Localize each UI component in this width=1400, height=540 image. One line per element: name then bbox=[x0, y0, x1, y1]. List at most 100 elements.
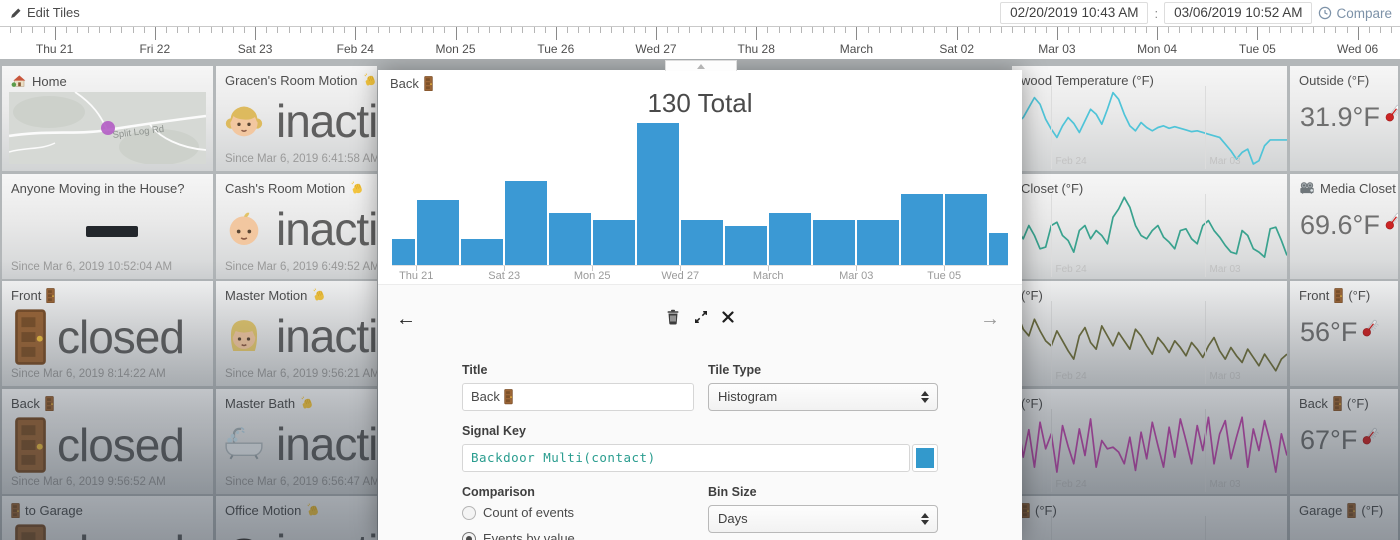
tile-closet-temperature[interactable]: Closet (°F) Feb 24 Mar 03 bbox=[1012, 174, 1287, 279]
door-status: closed bbox=[14, 309, 213, 365]
minor-tick bbox=[745, 27, 746, 33]
minor-tick bbox=[1168, 27, 1169, 33]
since-timestamp: Since Mar 6, 2019 6:56:47 AM bbox=[225, 476, 377, 488]
timeline-day-label: Tue 05 bbox=[1239, 42, 1276, 56]
tile-title-suffix: (°F) bbox=[1347, 396, 1369, 411]
timeline-day-label: Mon 04 bbox=[1137, 42, 1177, 56]
histogram-bar[interactable] bbox=[461, 239, 503, 265]
minor-tick bbox=[1291, 27, 1292, 33]
minor-tick bbox=[1191, 27, 1192, 33]
collapse-tab[interactable] bbox=[665, 60, 737, 71]
minor-tick bbox=[767, 27, 768, 33]
timeline-day-label: Wed 06 bbox=[1337, 42, 1378, 56]
histogram-bar[interactable] bbox=[725, 226, 767, 265]
histogram-bar[interactable] bbox=[637, 123, 679, 265]
tile-back-temperature-chart[interactable]: (°F) Feb 24 Mar 03 bbox=[1012, 389, 1287, 494]
tile-title-text: Gracen's Room Motion bbox=[225, 73, 358, 88]
minor-tick bbox=[1012, 27, 1013, 33]
histogram-bar[interactable] bbox=[901, 194, 943, 265]
comparison-label: Comparison bbox=[462, 485, 694, 499]
door-icon bbox=[504, 389, 513, 404]
histogram-bar[interactable] bbox=[813, 220, 855, 265]
tile-gracen-motion[interactable]: Gracen's Room Motion inactiveSince Mar 6… bbox=[216, 66, 377, 171]
minor-tick bbox=[667, 27, 668, 33]
signal-color-swatch[interactable] bbox=[912, 444, 938, 472]
timeline-day-label: Mon 25 bbox=[435, 42, 475, 56]
value-text: 69.6°F bbox=[1300, 210, 1380, 241]
tile-title-text: to Garage bbox=[25, 503, 83, 518]
title-input[interactable]: Back bbox=[462, 383, 694, 411]
histogram-bar[interactable] bbox=[945, 194, 987, 265]
tile-wood-temperature[interactable]: wood Temperature (°F) Feb 24 Mar 03 bbox=[1012, 66, 1287, 171]
tile-master-bath-motion[interactable]: Master Bath inactiveSince Mar 6, 2019 6:… bbox=[216, 389, 377, 494]
previous-tile-arrow[interactable]: ← bbox=[396, 309, 416, 329]
histogram-bar[interactable] bbox=[549, 213, 591, 265]
minor-tick bbox=[1090, 27, 1091, 33]
major-tick bbox=[556, 27, 557, 40]
tile-garage-temperature-chart[interactable]: (°F) Feb 24 Mar 03 bbox=[1012, 496, 1287, 540]
minor-tick bbox=[1335, 27, 1336, 33]
histogram-bar[interactable] bbox=[417, 200, 459, 265]
tile-front-door[interactable]: Front closedSince Mar 6, 2019 8:14:22 AM bbox=[2, 281, 213, 386]
minor-tick bbox=[723, 27, 724, 33]
minor-tick bbox=[188, 27, 189, 33]
tile-back-temp[interactable]: Back(°F) 67°F bbox=[1290, 389, 1398, 494]
histogram-bar[interactable] bbox=[505, 181, 547, 265]
minor-tick bbox=[166, 27, 167, 33]
tile-editor-modal: Back 130 Total Thu 21 Sat 23 Mon 25 Wed … bbox=[378, 70, 1022, 540]
histogram-bar[interactable] bbox=[681, 220, 723, 265]
timeline-ruler[interactable]: Thu 21Fri 22Sat 23Feb 24Mon 25Tue 26Wed … bbox=[0, 26, 1400, 59]
wave-icon bbox=[350, 181, 365, 196]
axis-tick-label: Mon 25 bbox=[574, 270, 611, 282]
tile-front-temperature-chart[interactable]: (°F) Feb 24 Mar 03 bbox=[1012, 281, 1287, 386]
bin-size-select[interactable]: Days bbox=[708, 505, 938, 533]
minor-tick bbox=[1146, 27, 1147, 33]
trash-icon[interactable] bbox=[666, 309, 680, 325]
chart-gridline-label: Mar 03 bbox=[1210, 479, 1241, 490]
expand-icon[interactable] bbox=[694, 310, 708, 324]
axis-tick-label: Thu 21 bbox=[399, 270, 433, 282]
tile-cash-motion[interactable]: Cash's Room Motion inactiveSince Mar 6, … bbox=[216, 174, 377, 279]
signal-key-input[interactable]: Backdoor Multi(contact) bbox=[462, 444, 910, 472]
since-timestamp: Since Mar 6, 2019 6:41:58 AM bbox=[225, 153, 377, 165]
tile-to-garage[interactable]: to Garage closed bbox=[2, 496, 213, 540]
tile-title-text: Cash's Room Motion bbox=[225, 181, 345, 196]
tile-garage-temp[interactable]: Garage(°F) bbox=[1290, 496, 1398, 540]
histogram-bar[interactable] bbox=[857, 220, 899, 265]
door-icon bbox=[14, 417, 47, 473]
histogram-bar[interactable] bbox=[593, 220, 635, 265]
tile-media-closet-temp[interactable]: Media Closet 69.6°F bbox=[1290, 174, 1398, 279]
chart-gridline bbox=[1051, 516, 1052, 540]
tile-title-text: Home bbox=[32, 74, 67, 89]
next-tile-arrow[interactable]: → bbox=[980, 309, 1000, 329]
histogram-bar[interactable] bbox=[769, 213, 811, 265]
tile-master-motion[interactable]: Master Motion inactiveSince Mar 6, 2019 … bbox=[216, 281, 377, 386]
door-icon bbox=[14, 309, 47, 365]
radio-events-by-value[interactable]: Events by value bbox=[462, 531, 694, 540]
minor-tick bbox=[133, 27, 134, 33]
tile-anyone-moving[interactable]: Anyone Moving in the House?Since Mar 6, … bbox=[2, 174, 213, 279]
temperature-value: 67°F bbox=[1300, 425, 1381, 456]
wave-icon bbox=[300, 396, 315, 411]
histogram-bar[interactable] bbox=[392, 239, 415, 265]
compare-button[interactable]: Compare bbox=[1318, 6, 1392, 21]
close-icon[interactable] bbox=[722, 311, 734, 323]
tile-back-door[interactable]: Back closedSince Mar 6, 2019 9:56:52 AM bbox=[2, 389, 213, 494]
minor-tick bbox=[589, 27, 590, 33]
minor-tick bbox=[500, 27, 501, 33]
tile-type-select[interactable]: Histogram bbox=[708, 383, 938, 411]
minor-tick bbox=[879, 27, 880, 33]
histogram-bar[interactable] bbox=[989, 233, 1008, 265]
tile-outside-temp[interactable]: Outside (°F) 31.9°F bbox=[1290, 66, 1398, 171]
clock-icon bbox=[1318, 6, 1332, 20]
tile-home[interactable]: Home Split Log Rd bbox=[2, 66, 213, 171]
radio-count-of-events[interactable]: Count of events bbox=[462, 505, 694, 520]
date-from-input[interactable]: 02/20/2019 10:43 AM bbox=[1000, 2, 1148, 24]
tile-office-motion[interactable]: Office Motion inactive bbox=[216, 496, 377, 540]
tile-front-temp[interactable]: Front(°F) 56°F bbox=[1290, 281, 1398, 386]
minor-tick bbox=[1024, 27, 1025, 33]
minor-tick bbox=[433, 27, 434, 33]
date-to-input[interactable]: 03/06/2019 10:52 AM bbox=[1164, 2, 1312, 24]
motion-status: inactive bbox=[224, 202, 377, 256]
edit-tiles-button[interactable]: Edit Tiles bbox=[10, 5, 80, 20]
